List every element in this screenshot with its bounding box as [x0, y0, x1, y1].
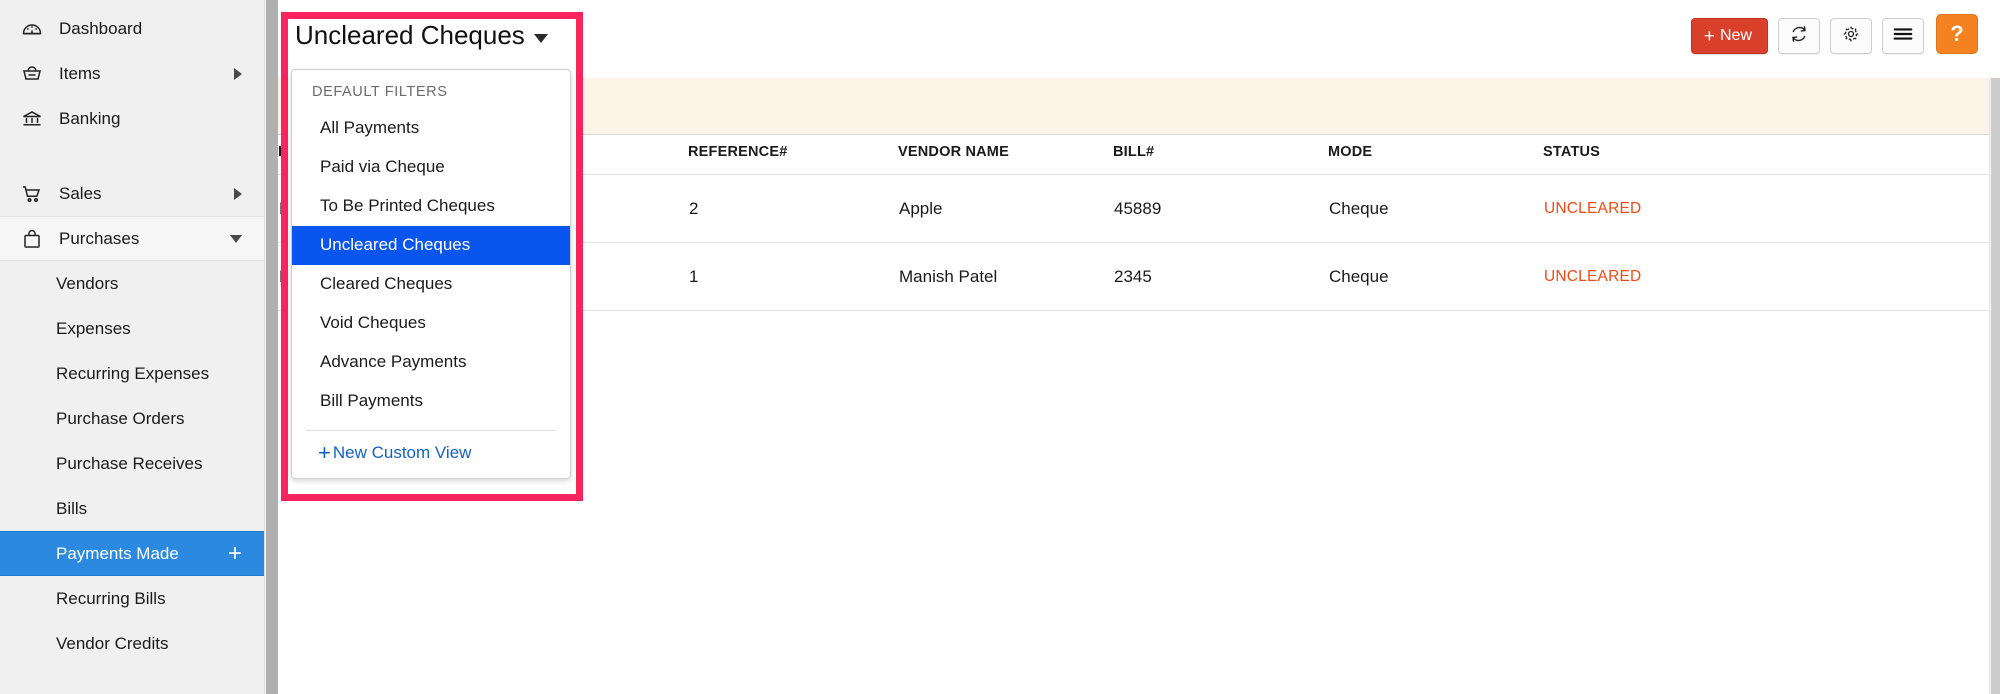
content-scrollbar-thumb[interactable]: [1991, 78, 2000, 694]
sidebar-item-label: Items: [59, 63, 101, 83]
cell-reference-no: 1: [688, 242, 898, 311]
page-title: Uncleared Cheques: [295, 20, 525, 50]
sidebar-item-recurring-expenses[interactable]: Recurring Expenses: [0, 351, 264, 396]
view-filter-dropdown: DEFAULT FILTERS All Payments Paid via Ch…: [291, 69, 571, 479]
sidebar-item-label: Banking: [59, 108, 121, 128]
settings-button[interactable]: [1830, 18, 1872, 54]
sidebar-subitem-label: Purchase Orders: [56, 408, 185, 428]
chevron-down-icon: [230, 234, 242, 243]
chevron-right-icon: [234, 67, 242, 80]
cell-mode: Cheque: [1328, 174, 1543, 243]
view-selector[interactable]: Uncleared Cheques: [295, 20, 548, 51]
chevron-right-icon: [234, 187, 242, 200]
banking-bank-icon: [18, 107, 46, 131]
sidebar-item-dashboard[interactable]: Dashboard: [0, 6, 264, 51]
dropdown-item-cleared-cheques[interactable]: Cleared Cheques: [292, 265, 570, 304]
sidebar-item-recurring-bills[interactable]: Recurring Bills: [0, 576, 264, 621]
column-header-mode[interactable]: MODE: [1328, 135, 1543, 175]
add-payment-icon[interactable]: +: [228, 541, 242, 566]
refresh-button[interactable]: [1778, 18, 1820, 54]
sidebar-subitem-label: Vendor Credits: [56, 633, 169, 653]
hamburger-menu-icon: [1892, 25, 1914, 48]
cell-reference-no: 2: [688, 174, 898, 243]
column-header-status[interactable]: STATUS: [1543, 135, 1992, 175]
help-question-icon: ?: [1950, 21, 1964, 46]
sidebar-item-expenses[interactable]: Expenses: [0, 306, 264, 351]
sidebar-item-label: Purchases: [59, 228, 140, 248]
sidebar-item-label: Dashboard: [59, 18, 143, 38]
dropdown-section-header: DEFAULT FILTERS: [312, 84, 448, 100]
cell-bill-no: 2345: [1113, 242, 1328, 311]
cell-vendor-name: Manish Patel: [898, 242, 1113, 311]
sidebar-item-vendors[interactable]: Vendors: [0, 261, 264, 306]
sidebar-item-label: Sales: [59, 183, 102, 203]
help-button[interactable]: ?: [1936, 14, 1978, 54]
cell-vendor-name: Apple: [898, 174, 1113, 243]
sidebar-subitem-label: Payments Made: [56, 543, 179, 563]
new-custom-view-label: New Custom View: [332, 443, 472, 462]
column-header-vendor-name[interactable]: VENDOR NAME: [898, 135, 1113, 175]
sidebar-subitem-label: Bills: [56, 498, 88, 518]
sidebar-subitem-label: Vendors: [56, 273, 119, 293]
sidebar-item-banking[interactable]: Banking: [0, 96, 264, 141]
dropdown-item-to-be-printed-cheques[interactable]: To Be Printed Cheques: [292, 187, 570, 226]
status-badge: UNCLEARED: [1543, 174, 1992, 243]
sidebar-top-group: Dashboard Items Banking Sales Purchases …: [0, 0, 264, 666]
sidebar-subitem-label: Recurring Bills: [56, 588, 166, 608]
refresh-icon: [1789, 24, 1809, 49]
dropdown-item-bill-payments[interactable]: Bill Payments: [292, 382, 570, 421]
dropdown-item-uncleared-cheques[interactable]: Uncleared Cheques: [292, 226, 570, 265]
dashboard-icon: [18, 17, 46, 41]
sidebar-item-vendor-credits[interactable]: Vendor Credits: [0, 621, 264, 666]
dropdown-item-paid-via-cheque[interactable]: Paid via Cheque: [292, 148, 570, 187]
sidebar-item-payments-made[interactable]: Payments Made +: [0, 531, 264, 576]
chevron-down-icon: [533, 33, 548, 43]
column-header-reference-no[interactable]: REFERENCE#: [688, 135, 898, 175]
plus-icon: +: [318, 440, 331, 465]
dropdown-item-all-payments[interactable]: All Payments: [292, 109, 570, 148]
cell-mode: Cheque: [1328, 242, 1543, 311]
cell-bill-no: 45889: [1113, 174, 1328, 243]
top-toolbar: + New ?: [1690, 14, 1978, 54]
gear-icon: [1841, 24, 1861, 49]
sidebar-item-purchase-receives[interactable]: Purchase Receives: [0, 441, 264, 486]
new-custom-view-button[interactable]: + New Custom View: [292, 431, 570, 478]
sidebar-scrollbar-thumb[interactable]: [266, 0, 278, 694]
sales-cart-icon: [18, 182, 46, 206]
sidebar-item-items[interactable]: Items: [0, 51, 264, 96]
sidebar-subitem-label: Recurring Expenses: [56, 363, 210, 383]
purchases-bag-icon: [18, 227, 46, 251]
sidebar-subitem-label: Expenses: [56, 318, 131, 338]
sidebar: Dashboard Items Banking Sales Purchases …: [0, 0, 265, 694]
new-button-label: New: [1719, 27, 1752, 44]
dropdown-item-void-cheques[interactable]: Void Cheques: [292, 304, 570, 343]
new-button[interactable]: + New: [1690, 18, 1768, 54]
items-basket-icon: [18, 62, 46, 86]
status-badge: UNCLEARED: [1543, 242, 1992, 311]
sidebar-subitem-label: Purchase Receives: [56, 453, 203, 473]
sidebar-divider-space: [0, 141, 264, 171]
sidebar-item-purchase-orders[interactable]: Purchase Orders: [0, 396, 264, 441]
sidebar-item-purchases[interactable]: Purchases: [0, 216, 264, 261]
column-header-bill-no[interactable]: BILL#: [1113, 135, 1328, 175]
sidebar-scrollbar[interactable]: [264, 0, 278, 694]
menu-button[interactable]: [1882, 18, 1924, 54]
content-scrollbar[interactable]: [1989, 78, 2000, 694]
dropdown-item-advance-payments[interactable]: Advance Payments: [292, 343, 570, 382]
sidebar-item-bills[interactable]: Bills: [0, 486, 264, 531]
sidebar-item-sales[interactable]: Sales: [0, 171, 264, 216]
plus-icon: +: [1703, 25, 1715, 47]
